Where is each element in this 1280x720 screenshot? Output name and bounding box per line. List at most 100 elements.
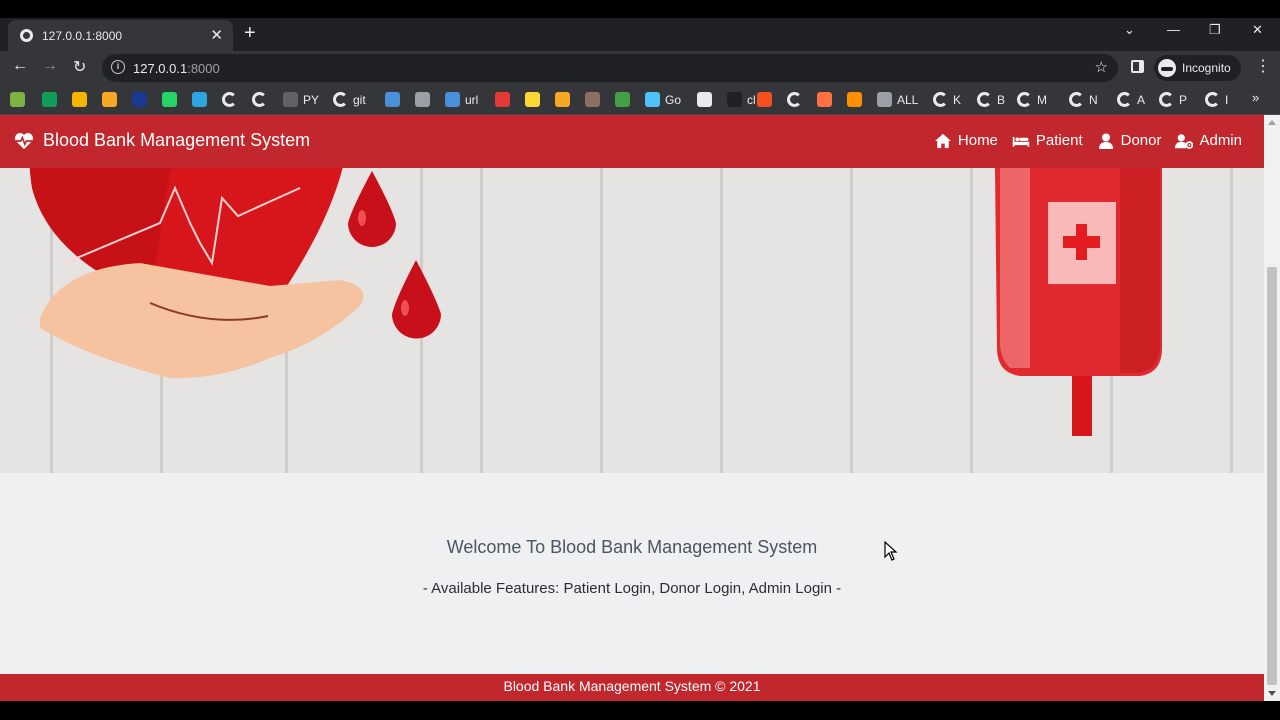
bookmark-item[interactable] bbox=[847, 91, 862, 108]
bookmark-favicon-icon bbox=[585, 92, 600, 107]
bookmark-item[interactable] bbox=[615, 91, 630, 108]
bookmark-item[interactable] bbox=[42, 91, 57, 108]
bookmark-item[interactable] bbox=[495, 91, 510, 108]
side-panel-icon[interactable] bbox=[1131, 60, 1144, 73]
bookmark-favicon-icon bbox=[877, 92, 892, 107]
bookmark-item[interactable]: N bbox=[1069, 91, 1098, 108]
forward-icon[interactable]: → bbox=[42, 57, 58, 75]
bookmark-favicon-icon bbox=[102, 92, 117, 107]
bookmark-item[interactable]: K bbox=[933, 91, 961, 108]
minimize-icon[interactable]: — bbox=[1167, 22, 1180, 37]
tab-close-icon[interactable]: ✕ bbox=[210, 26, 223, 44]
bookmark-item[interactable] bbox=[415, 91, 430, 108]
bookmark-label: K bbox=[953, 92, 962, 107]
bookmark-favicon-icon bbox=[192, 92, 207, 107]
browser-menu-icon[interactable]: ⋮ bbox=[1255, 56, 1271, 76]
scrollbar-thumb[interactable] bbox=[1267, 267, 1277, 685]
bookmark-favicon-icon bbox=[757, 92, 772, 107]
bookmark-item[interactable]: I bbox=[1205, 91, 1228, 108]
google-icon bbox=[1159, 92, 1174, 107]
new-tab-icon[interactable]: + bbox=[244, 22, 256, 45]
bookmark-favicon-icon bbox=[697, 92, 712, 107]
bookmark-item[interactable]: A bbox=[1117, 91, 1145, 108]
reload-icon[interactable]: ↻ bbox=[73, 57, 86, 77]
bookmark-item[interactable] bbox=[585, 91, 600, 108]
bookmark-label: A bbox=[1137, 92, 1146, 107]
bookmark-star-icon[interactable]: ☆ bbox=[1095, 58, 1108, 76]
nav-admin-label: Admin bbox=[1199, 132, 1242, 149]
bookmark-label: url bbox=[465, 92, 479, 107]
google-icon bbox=[333, 92, 348, 107]
bookmark-item[interactable] bbox=[525, 91, 540, 108]
bookmark-item[interactable] bbox=[385, 91, 400, 108]
bookmark-label: B bbox=[997, 92, 1006, 107]
bookmark-item[interactable] bbox=[222, 91, 237, 108]
address-bar[interactable]: i 127.0.0.1:8000 ☆ bbox=[102, 54, 1118, 82]
nav-admin-link[interactable]: Admin bbox=[1175, 132, 1242, 149]
profile-label: Incognito bbox=[1182, 61, 1231, 75]
bookmark-item[interactable] bbox=[555, 91, 570, 108]
bookmark-item[interactable]: Go bbox=[645, 91, 681, 108]
google-icon bbox=[222, 92, 237, 107]
scroll-down-icon[interactable] bbox=[1268, 691, 1276, 696]
bookmark-item[interactable] bbox=[192, 91, 207, 108]
bookmark-item[interactable] bbox=[162, 91, 177, 108]
bookmark-favicon-icon bbox=[817, 92, 832, 107]
bookmark-item[interactable] bbox=[132, 91, 147, 108]
scroll-up-icon[interactable] bbox=[1268, 120, 1276, 125]
incognito-profile-button[interactable]: Incognito bbox=[1154, 55, 1241, 81]
blood-drop-icon bbox=[392, 260, 441, 339]
bookmark-label: cl bbox=[747, 92, 756, 107]
url-text[interactable]: 127.0.0.1:8000 bbox=[133, 61, 220, 76]
bookmark-item[interactable] bbox=[817, 91, 832, 108]
browser-chrome: 127.0.0.1:8000 ✕ + ⌄ — ❐ ✕ ← → ↻ i 127.0… bbox=[0, 0, 1280, 115]
back-icon[interactable]: ← bbox=[12, 57, 28, 75]
bookmark-item[interactable]: cl bbox=[727, 91, 756, 108]
bookmark-item[interactable] bbox=[102, 91, 117, 108]
browser-tab[interactable]: 127.0.0.1:8000 ✕ bbox=[8, 20, 233, 51]
bookmark-item[interactable] bbox=[252, 91, 267, 108]
screen-bottom-border bbox=[0, 701, 1280, 720]
page-scrollbar[interactable] bbox=[1264, 115, 1280, 701]
hero-illustration bbox=[29, 168, 1162, 436]
home-icon bbox=[934, 133, 951, 148]
bookmark-item[interactable]: M bbox=[1017, 91, 1047, 108]
window-close-icon[interactable]: ✕ bbox=[1252, 22, 1263, 38]
bookmark-item[interactable] bbox=[787, 91, 802, 108]
tab-search-icon[interactable]: ⌄ bbox=[1124, 22, 1135, 38]
restore-icon[interactable]: ❐ bbox=[1209, 22, 1221, 38]
bookmark-label: ALL bbox=[897, 92, 919, 107]
bookmark-favicon-icon bbox=[495, 92, 510, 107]
bookmark-item[interactable]: P bbox=[1159, 91, 1187, 108]
bookmark-favicon-icon bbox=[72, 92, 87, 107]
bookmark-item[interactable]: PY bbox=[283, 91, 319, 108]
bookmark-item[interactable]: ALL bbox=[877, 91, 918, 108]
bookmark-favicon-icon bbox=[42, 92, 57, 107]
bookmark-favicon-icon bbox=[727, 92, 742, 107]
user-cog-icon bbox=[1175, 133, 1194, 149]
bookmark-favicon-icon bbox=[283, 92, 298, 107]
blood-drop-icon bbox=[348, 171, 396, 247]
nav-home-link[interactable]: Home bbox=[934, 132, 998, 149]
bookmark-item[interactable]: git bbox=[333, 91, 366, 108]
google-icon bbox=[252, 92, 267, 107]
google-icon bbox=[1205, 92, 1220, 107]
bookmark-item[interactable] bbox=[697, 91, 712, 108]
bookmarks-overflow-icon[interactable]: » bbox=[1252, 90, 1259, 105]
bookmark-label: PY bbox=[303, 92, 320, 107]
bookmark-favicon-icon bbox=[445, 92, 460, 107]
user-icon bbox=[1098, 133, 1113, 149]
bookmark-item[interactable] bbox=[10, 91, 25, 108]
site-info-icon[interactable]: i bbox=[111, 60, 125, 74]
nav-patient-link[interactable]: Patient bbox=[1012, 132, 1083, 149]
bookmark-favicon-icon bbox=[525, 92, 540, 107]
bookmark-item[interactable]: url bbox=[445, 91, 478, 108]
google-icon bbox=[933, 92, 948, 107]
incognito-icon bbox=[1158, 59, 1176, 77]
bookmark-item[interactable] bbox=[72, 91, 87, 108]
bookmark-item[interactable] bbox=[757, 91, 772, 108]
nav-donor-link[interactable]: Donor bbox=[1097, 132, 1161, 149]
bookmark-item[interactable]: B bbox=[977, 91, 1005, 108]
google-icon bbox=[787, 92, 802, 107]
site-brand[interactable]: Blood Bank Management System bbox=[14, 130, 310, 151]
